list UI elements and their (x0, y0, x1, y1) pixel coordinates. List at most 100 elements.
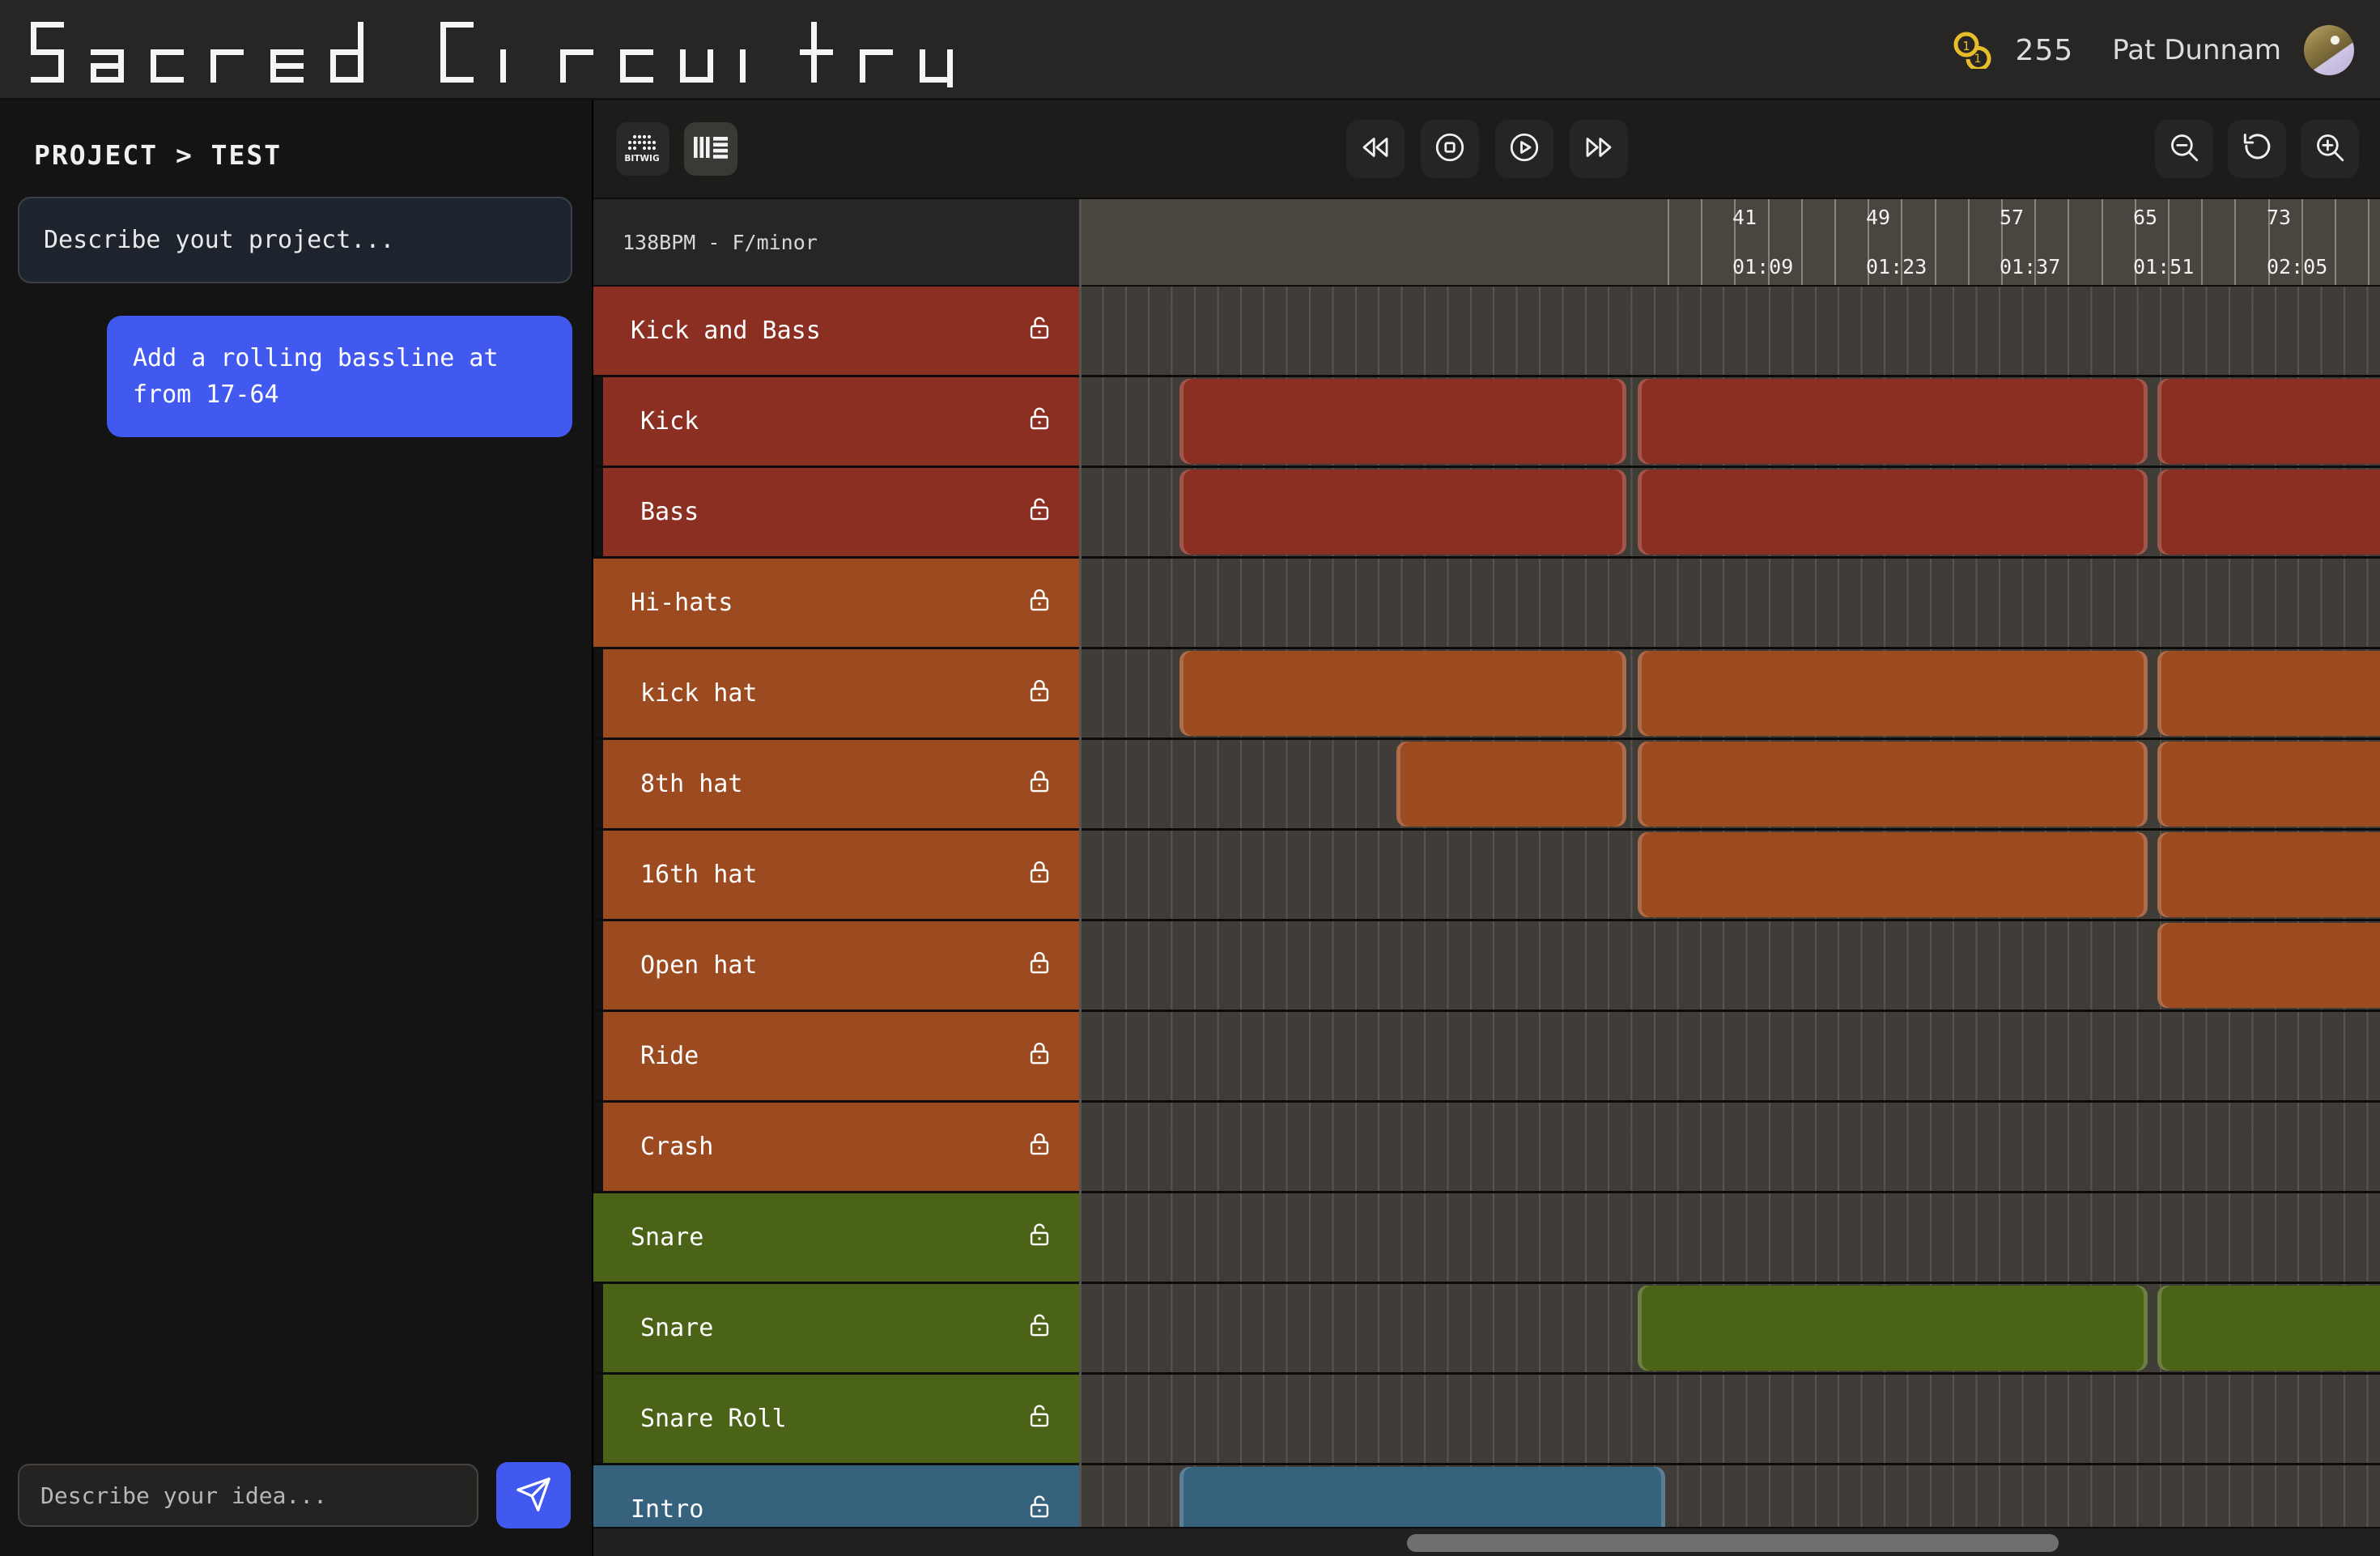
audio-clip[interactable] (2157, 379, 2380, 464)
timeline-ruler[interactable]: 4101:094901:235701:376501:517302:058102:… (1079, 199, 2380, 287)
lock-open-icon[interactable] (1026, 405, 1053, 439)
audio-clip[interactable] (1638, 832, 2148, 917)
clip-lane[interactable] (1079, 1465, 2380, 1527)
track-header-hi-hats[interactable]: Hi-hats (593, 559, 1079, 649)
project-description-card[interactable]: Describe yout project... (18, 197, 572, 283)
clip-lane[interactable] (1079, 1193, 2380, 1284)
stop-button[interactable] (1421, 120, 1479, 178)
track-header-kick-and-bass[interactable]: Kick and Bass (593, 287, 1079, 377)
clip-lane[interactable] (1079, 831, 2380, 921)
horizontal-scrollbar[interactable] (593, 1527, 2380, 1556)
horizontal-scrollbar-thumb[interactable] (1407, 1534, 2059, 1552)
track-header-row[interactable]: Hi-hats (593, 559, 1079, 649)
track-header-row[interactable]: Bass (593, 468, 1079, 559)
track-name-label: Snare (631, 1223, 703, 1252)
clip-fill (1638, 470, 2148, 555)
avatar[interactable] (2304, 25, 2354, 75)
ruler-tick (1801, 199, 1803, 285)
track-header-ride[interactable]: Ride (603, 1012, 1079, 1103)
track-header-row[interactable]: Snare Roll (593, 1375, 1079, 1465)
zoom-out-icon (2167, 130, 2201, 168)
track-header-row[interactable]: Ride (593, 1012, 1079, 1103)
clip-lane[interactable] (1079, 1103, 2380, 1193)
audio-clip[interactable] (1638, 1286, 2148, 1371)
track-header-snare-roll[interactable]: Snare Roll (603, 1375, 1079, 1465)
lock-closed-icon[interactable] (1026, 767, 1053, 801)
track-header-crash[interactable]: Crash (603, 1103, 1079, 1193)
lock-closed-icon[interactable] (1026, 949, 1053, 983)
lock-closed-icon[interactable] (1026, 858, 1053, 892)
clip-fill (1179, 470, 1626, 555)
lock-closed-icon[interactable] (1026, 1039, 1053, 1073)
audio-clip[interactable] (1638, 379, 2148, 464)
audio-clip[interactable] (1638, 742, 2148, 827)
audio-clip[interactable] (1638, 651, 2148, 736)
bitwig-daw-button[interactable]: BITWIG (616, 122, 669, 176)
logo-glyph (31, 22, 84, 77)
audio-clip[interactable] (1179, 651, 1626, 736)
lock-closed-icon[interactable] (1026, 677, 1053, 711)
fast-forward-button[interactable] (1570, 120, 1628, 178)
lock-open-icon[interactable] (1026, 314, 1053, 348)
clip-lane[interactable] (1079, 740, 2380, 831)
track-header-snare[interactable]: Snare (593, 1193, 1079, 1284)
clip-lane[interactable] (1079, 468, 2380, 559)
track-header-kick-hat[interactable]: kick hat (603, 649, 1079, 740)
zoom-in-button[interactable] (2301, 120, 2359, 178)
track-header-row[interactable]: kick hat (593, 649, 1079, 740)
track-header-row[interactable]: Kick (593, 377, 1079, 468)
zoom-out-button[interactable] (2155, 120, 2213, 178)
lock-open-icon[interactable] (1026, 495, 1053, 529)
send-button[interactable] (496, 1462, 571, 1528)
clip-lane[interactable] (1079, 377, 2380, 468)
track-header-row[interactable]: 8th hat (593, 740, 1079, 831)
audio-clip[interactable] (1179, 470, 1626, 555)
audio-clip[interactable] (1179, 379, 1626, 464)
clip-lane[interactable] (1079, 559, 2380, 649)
reset-zoom-button[interactable] (2228, 120, 2286, 178)
fast-forward-icon (1582, 130, 1616, 168)
ableton-daw-button[interactable] (684, 122, 737, 176)
track-header-bass[interactable]: Bass (603, 468, 1079, 559)
clip-lane[interactable] (1079, 1012, 2380, 1103)
track-header-row[interactable]: Snare (593, 1193, 1079, 1284)
track-header-snare[interactable]: Snare (603, 1284, 1079, 1375)
lock-open-icon[interactable] (1026, 1221, 1053, 1255)
bitwig-logo-icon: BITWIG (623, 130, 662, 168)
track-header-row[interactable]: 16th hat (593, 831, 1079, 921)
audio-clip[interactable] (2157, 1286, 2380, 1371)
audio-clip[interactable] (2157, 742, 2380, 827)
idea-input[interactable] (18, 1464, 478, 1527)
clip-lane[interactable] (1079, 287, 2380, 377)
track-header-row[interactable]: Crash (593, 1103, 1079, 1193)
lock-open-icon[interactable] (1026, 1493, 1053, 1527)
rewind-button[interactable] (1346, 120, 1405, 178)
clip-lane[interactable] (1079, 1284, 2380, 1375)
audio-clip[interactable] (2157, 470, 2380, 555)
audio-clip[interactable] (2157, 651, 2380, 736)
audio-clip[interactable] (2157, 832, 2380, 917)
play-button[interactable] (1495, 120, 1553, 178)
clip-lane[interactable] (1079, 1375, 2380, 1465)
track-header-row[interactable]: Snare (593, 1284, 1079, 1375)
track-header-row[interactable]: Open hat (593, 921, 1079, 1012)
audio-clip[interactable] (1179, 1467, 1665, 1527)
header-right-cluster: 1 1 255 Pat Dunnam (1951, 0, 2354, 100)
track-name-label: Snare Roll (640, 1405, 787, 1433)
lock-closed-icon[interactable] (1026, 1130, 1053, 1164)
audio-clip[interactable] (2157, 923, 2380, 1008)
track-header-open-hat[interactable]: Open hat (603, 921, 1079, 1012)
track-header-16th-hat[interactable]: 16th hat (603, 831, 1079, 921)
track-header-row[interactable]: Kick and Bass (593, 287, 1079, 377)
lock-closed-icon[interactable] (1026, 586, 1053, 620)
audio-clip[interactable] (1638, 470, 2148, 555)
track-name-label: Ride (640, 1042, 699, 1070)
audio-clip[interactable] (1396, 742, 1626, 827)
clip-fill (1179, 1467, 1665, 1527)
track-header-kick[interactable]: Kick (603, 377, 1079, 468)
track-header-8th-hat[interactable]: 8th hat (603, 740, 1079, 831)
clip-lane[interactable] (1079, 649, 2380, 740)
lock-open-icon[interactable] (1026, 1312, 1053, 1346)
clip-lane[interactable] (1079, 921, 2380, 1012)
lock-open-icon[interactable] (1026, 1402, 1053, 1436)
